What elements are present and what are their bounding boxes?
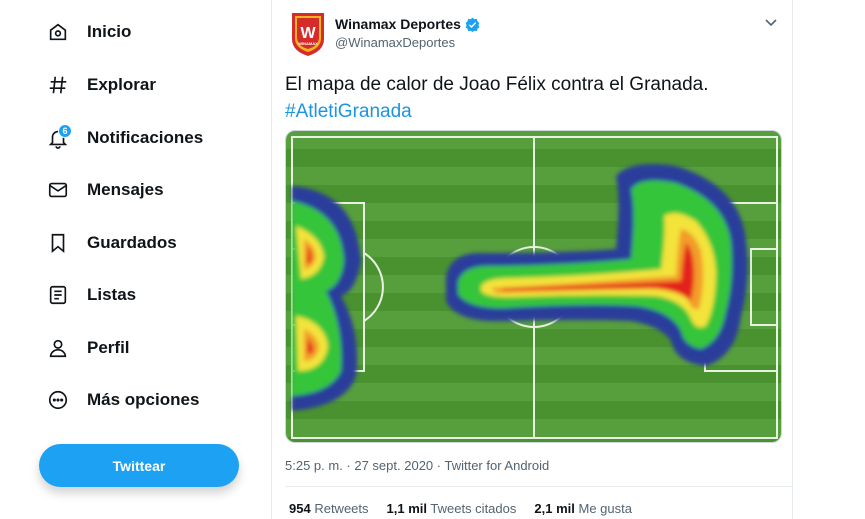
heatmap-image — [286, 131, 781, 442]
envelope-icon — [44, 176, 72, 204]
likes-stat[interactable]: 2,1 mil Me gusta — [534, 501, 632, 516]
sidebar-item-guardados[interactable]: Guardados — [44, 228, 177, 258]
avatar[interactable]: W WINAMAX — [289, 11, 327, 57]
hashtag-link[interactable]: #AtletiGranada — [285, 101, 412, 122]
retweets-stat[interactable]: 954 Retweets — [289, 501, 369, 516]
sidebar-item-label: Más opciones — [87, 390, 200, 409]
sidebar-item-label: Inicio — [87, 22, 132, 41]
quotes-stat[interactable]: 1,1 mil Tweets citados — [387, 501, 517, 516]
quotes-count: 1,1 mil — [386, 501, 427, 516]
list-icon — [44, 281, 72, 309]
sidebar-item-label: Perfil — [87, 338, 130, 357]
author-handle[interactable]: @WinamaxDeportes — [335, 35, 455, 50]
likes-label: Me gusta — [578, 501, 632, 516]
tweet-media-heatmap[interactable] — [285, 130, 782, 443]
tweet-button[interactable]: Twittear — [39, 444, 239, 487]
sidebar-item-inicio[interactable]: Inicio — [44, 17, 131, 47]
likes-count: 2,1 mil — [534, 501, 575, 516]
sidebar-item-explorar[interactable]: Explorar — [44, 70, 156, 100]
notification-badge: 6 — [58, 124, 72, 138]
retweets-label: Retweets — [314, 501, 369, 516]
sidebar-item-label: Explorar — [87, 75, 156, 94]
sidebar-item-mensajes[interactable]: Mensajes — [44, 175, 164, 205]
quotes-label: Tweets citados — [430, 501, 517, 516]
tweet-timestamp[interactable]: 5:25 p. m. · 27 sept. 2020 · Twitter for… — [285, 458, 549, 473]
hashtag-icon — [44, 71, 72, 99]
chevron-down-icon[interactable] — [764, 15, 778, 29]
bookmark-icon — [44, 229, 72, 257]
retweets-count: 954 — [289, 501, 311, 516]
author-name[interactable]: Winamax Deportes — [335, 16, 480, 32]
tweet-stats: 954 Retweets 1,1 mil Tweets citados 2,1 … — [289, 501, 632, 516]
sidebar-item-listas[interactable]: Listas — [44, 280, 136, 310]
tweet-body: El mapa de calor de Joao Félix contra el… — [285, 74, 709, 95]
tweet-text: El mapa de calor de Joao Félix contra el… — [285, 71, 775, 125]
sidebar-item-label: Mensajes — [87, 180, 164, 199]
divider — [285, 486, 792, 487]
sidebar-item-mas-opciones[interactable]: Más opciones — [44, 385, 199, 415]
tweet-detail: W WINAMAX Winamax Deportes @WinamaxDepor… — [271, 0, 793, 519]
sidebar-item-label: Notificaciones — [87, 128, 204, 147]
sidebar-item-label: Guardados — [87, 233, 177, 252]
person-icon — [44, 334, 72, 362]
sidebar-item-perfil[interactable]: Perfil — [44, 333, 130, 363]
sidebar-item-notificaciones[interactable]: 6 Notificaciones — [44, 123, 203, 153]
sidebar: Inicio Explorar 6 Notificaciones Mensaje… — [0, 0, 270, 519]
avatar-logo-letter: W — [300, 25, 316, 42]
avatar-logo-caption: WINAMAX — [298, 41, 318, 46]
author-name-text[interactable]: Winamax Deportes — [335, 16, 461, 32]
bell-icon: 6 — [44, 124, 72, 152]
sidebar-item-label: Listas — [87, 285, 137, 304]
more-circle-icon — [44, 386, 72, 414]
home-icon — [44, 18, 72, 46]
verified-badge-icon — [465, 17, 480, 32]
